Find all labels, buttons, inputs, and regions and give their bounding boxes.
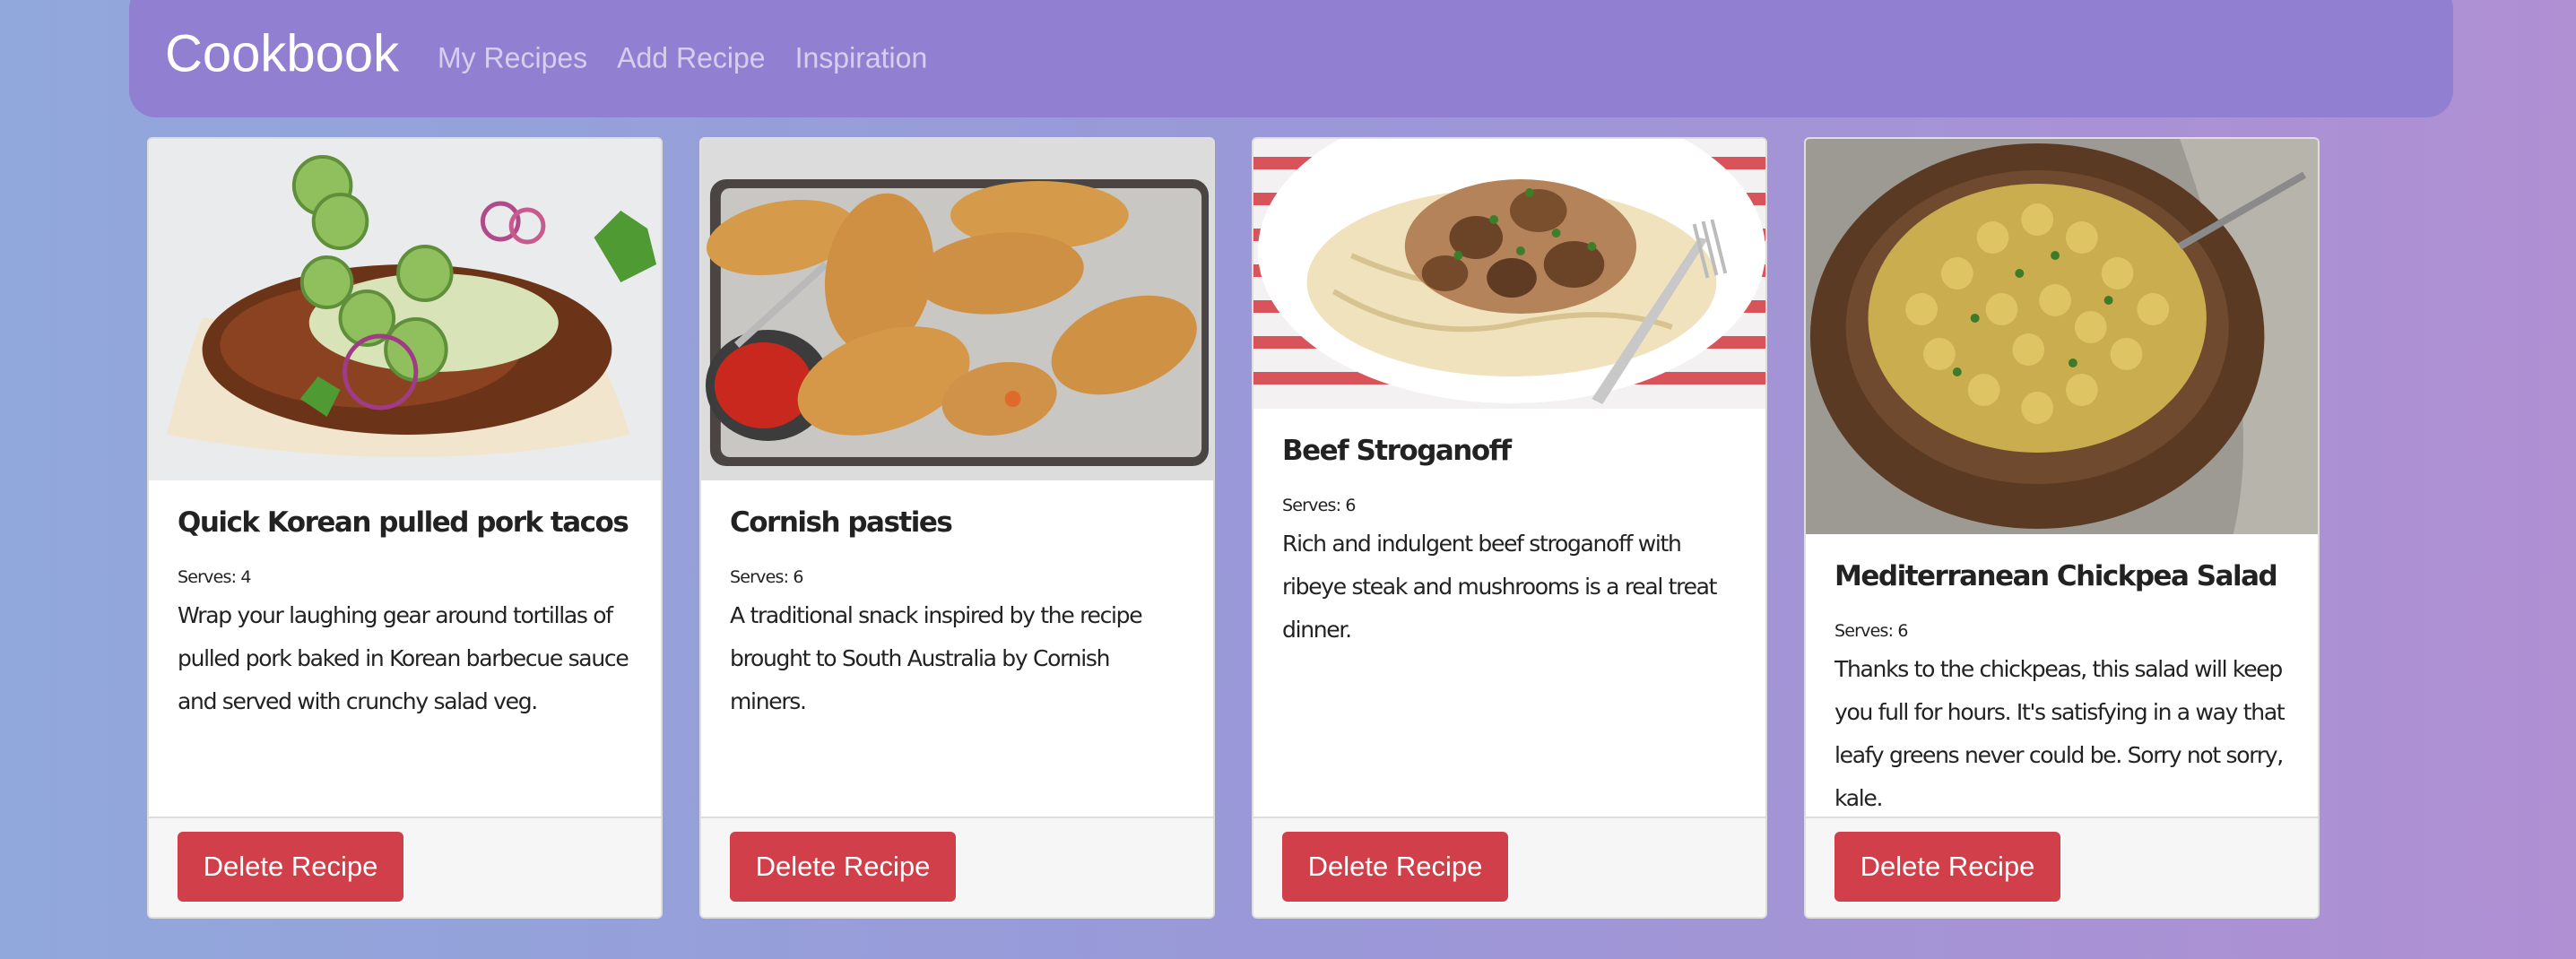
- recipe-title: Mediterranean Chickpea Salad: [1834, 560, 2278, 592]
- card-body: Mediterranean Chickpea Salad Serves: 6 T…: [1834, 560, 2289, 820]
- recipe-description: A traditional snack inspired by the reci…: [730, 602, 1143, 714]
- recipe-card: Beef Stroganoff Serves: 6 Rich and indul…: [1252, 137, 1767, 919]
- recipe-serves: Serves: 6: [730, 567, 804, 587]
- delete-recipe-button[interactable]: Delete Recipe: [1282, 832, 1508, 902]
- recipe-title: Quick Korean pulled pork tacos: [178, 506, 629, 539]
- recipe-title: Cornish pasties: [730, 506, 953, 539]
- card-body: Quick Korean pulled pork tacos Serves: 4…: [178, 506, 632, 723]
- card-footer: Delete Recipe: [1806, 816, 2318, 917]
- recipe-card: Quick Korean pulled pork tacos Serves: 4…: [147, 137, 663, 919]
- recipe-serves: Serves: 4: [178, 567, 252, 587]
- card-body: Beef Stroganoff Serves: 6 Rich and indul…: [1282, 435, 1737, 652]
- card-body: Cornish pasties Serves: 6 A traditional …: [730, 506, 1184, 723]
- navbar: Cookbook My Recipes Add Recipe Inspirati…: [129, 0, 2453, 117]
- nav-link-add-recipe[interactable]: Add Recipe: [617, 42, 765, 75]
- recipe-serves: Serves: 6: [1834, 621, 1909, 641]
- recipe-image-beef-stroganoff: [1253, 139, 1765, 409]
- recipe-title: Beef Stroganoff: [1282, 435, 1512, 467]
- recipe-image-pork-tacos: [149, 139, 661, 480]
- delete-recipe-button[interactable]: Delete Recipe: [178, 832, 403, 902]
- nav-links: My Recipes Add Recipe Inspiration: [438, 42, 927, 75]
- card-footer: Delete Recipe: [1253, 816, 1765, 917]
- recipe-description: Rich and indulgent beef stroganoff with …: [1282, 531, 1717, 643]
- recipe-card: Cornish pasties Serves: 6 A traditional …: [699, 137, 1215, 919]
- nav-link-my-recipes[interactable]: My Recipes: [438, 42, 587, 75]
- delete-recipe-button[interactable]: Delete Recipe: [1834, 832, 2060, 902]
- recipe-description: Wrap your laughing gear around tortillas…: [178, 602, 629, 714]
- nav-link-inspiration[interactable]: Inspiration: [795, 42, 928, 75]
- brand-link[interactable]: Cookbook: [165, 24, 399, 84]
- recipe-image-cornish-pasties: [701, 139, 1213, 480]
- recipe-description: Thanks to the chickpeas, this salad will…: [1834, 656, 2285, 811]
- recipe-card: Mediterranean Chickpea Salad Serves: 6 T…: [1804, 137, 2320, 919]
- delete-recipe-button[interactable]: Delete Recipe: [730, 832, 956, 902]
- recipe-image-chickpea-salad: [1806, 139, 2318, 534]
- card-footer: Delete Recipe: [149, 816, 661, 917]
- recipe-serves: Serves: 6: [1282, 496, 1357, 515]
- card-footer: Delete Recipe: [701, 816, 1213, 917]
